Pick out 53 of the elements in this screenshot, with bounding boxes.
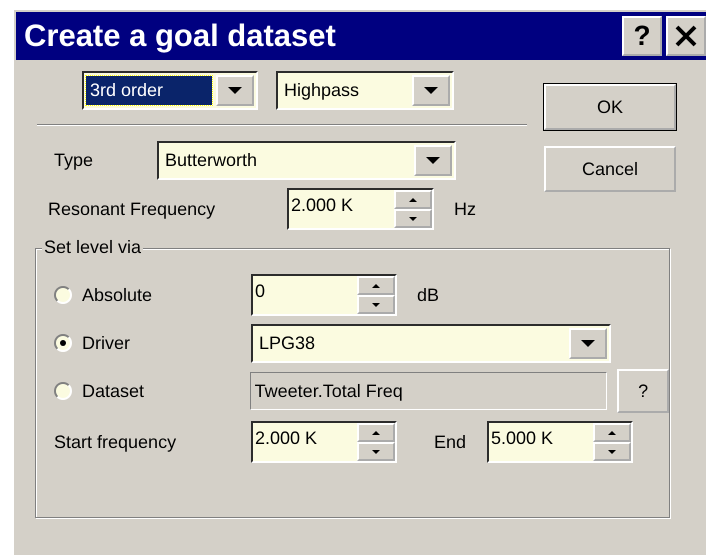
spin-box[interactable]: 2.000 K: [251, 421, 397, 463]
spin-up-button[interactable]: [593, 423, 631, 442]
up-arrow-icon: [372, 284, 380, 288]
spin-down-button[interactable]: [357, 442, 395, 461]
start-frequency-label: Start frequency: [54, 432, 178, 452]
spin-down-button[interactable]: [394, 209, 432, 228]
cancel-button[interactable]: Cancel: [544, 146, 676, 192]
frequency-label: Resonant Frequency: [48, 198, 216, 220]
unit-label: Hz: [454, 198, 476, 220]
spin-down-button[interactable]: [357, 295, 395, 314]
down-arrow-icon: [426, 157, 440, 164]
ok-button[interactable]: OK: [544, 84, 676, 130]
dropdown[interactable]: Butterworth: [157, 141, 456, 180]
spin-down-button[interactable]: [593, 442, 631, 461]
unit-label: dB: [417, 284, 440, 306]
radio-option[interactable]: Driver: [54, 332, 251, 354]
spin-up-button[interactable]: [357, 423, 395, 442]
spin-up-button[interactable]: [394, 190, 432, 209]
value-field[interactable]: 0: [253, 278, 357, 304]
down-arrow-icon: [409, 216, 417, 220]
value-field[interactable]: 5.000 K: [489, 425, 593, 451]
dataset-field: Tweeter.Total Freq: [250, 372, 608, 410]
down-arrow-icon: [372, 450, 380, 454]
down-arrow-icon: [424, 87, 438, 94]
dropdown[interactable]: Highpass: [276, 71, 454, 110]
down-arrow-icon: [228, 87, 242, 94]
down-arrow-icon: [372, 302, 380, 306]
spin-box[interactable]: 2.000 K: [287, 188, 434, 230]
down-arrow-icon: [581, 340, 595, 346]
dropdown[interactable]: LPG38: [251, 324, 611, 362]
down-arrow-icon: [608, 450, 616, 454]
radio-option[interactable]: Dataset: [54, 380, 250, 402]
end-label: End: [434, 432, 468, 452]
window-title: Create a goal dataset: [24, 18, 336, 54]
dropdown[interactable]: 3rd order: [82, 71, 258, 110]
type-label: Type: [54, 150, 94, 171]
spin-box[interactable]: 0: [251, 274, 397, 316]
value-field[interactable]: 2.000 K: [289, 192, 394, 218]
dropdown-button[interactable]: [569, 328, 607, 358]
dropdown-button[interactable]: [412, 75, 450, 106]
dropdown-button[interactable]: [216, 75, 254, 106]
spin-box[interactable]: 5.000 K: [487, 421, 633, 463]
spin-up-button[interactable]: [357, 276, 395, 295]
help-button[interactable]: ?: [622, 16, 662, 56]
up-arrow-icon: [372, 430, 380, 434]
value-field[interactable]: 2.000 K: [253, 425, 357, 451]
browse-button[interactable]: ?: [617, 369, 669, 413]
close-button[interactable]: [666, 16, 706, 56]
radio-option[interactable]: Absolute: [54, 284, 251, 306]
up-arrow-icon: [409, 198, 417, 202]
up-arrow-icon: [608, 430, 616, 434]
dropdown-button[interactable]: [414, 145, 452, 176]
close-icon: [674, 24, 698, 48]
